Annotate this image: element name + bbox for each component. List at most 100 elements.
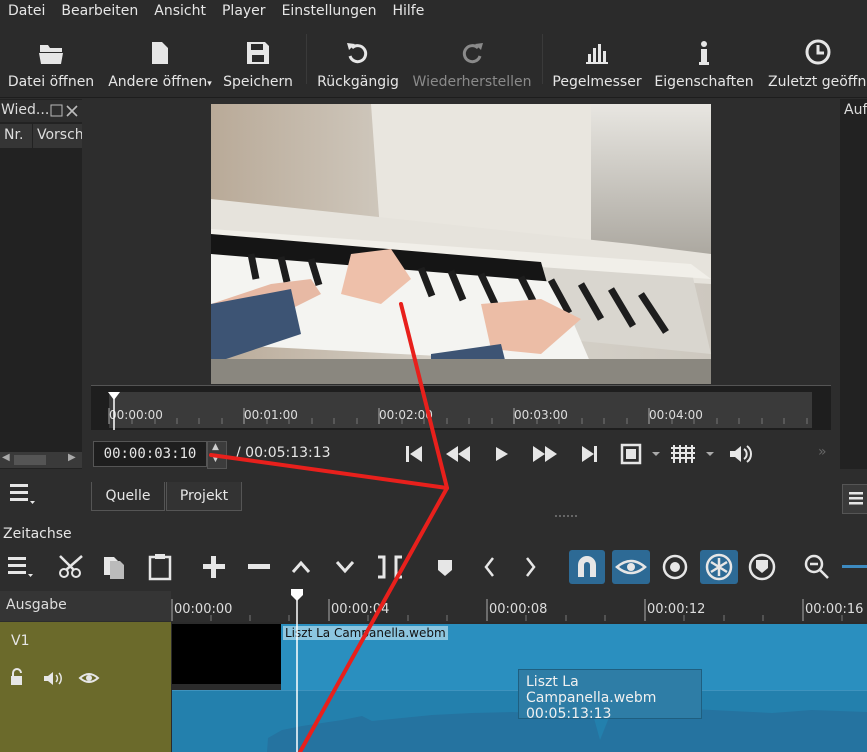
timeline-tick-label: 00:00:04 xyxy=(331,602,390,617)
skip-previous-icon[interactable] xyxy=(406,446,422,462)
info-icon xyxy=(699,41,709,65)
folder-open-icon xyxy=(39,45,63,64)
skip-next-icon[interactable] xyxy=(582,446,597,462)
right-menu-button[interactable] xyxy=(842,484,867,514)
recent-label: Zuletzt geöffne xyxy=(768,74,867,90)
menu-datei[interactable]: Datei xyxy=(0,3,53,19)
player-scrub-bar[interactable]: 00:00:00 00:01:00 00:02:00 00:03:00 00:0… xyxy=(91,385,831,430)
redo-button[interactable]: Wiederherstellen xyxy=(413,22,531,97)
menu-hilfe[interactable]: Hilfe xyxy=(384,3,432,19)
lift-icon[interactable] xyxy=(291,560,311,573)
clip-thumbnail[interactable] xyxy=(172,624,281,684)
menu-einstellungen[interactable]: Einstellungen xyxy=(274,3,385,19)
lock-icon[interactable] xyxy=(11,668,22,685)
toolbar-separator xyxy=(542,34,543,84)
ripple-icon[interactable] xyxy=(662,554,688,580)
timeline-playhead[interactable] xyxy=(290,589,304,752)
overflow-chevron-icon[interactable]: » xyxy=(818,444,827,460)
zoom-fit-icon[interactable] xyxy=(620,443,660,465)
playlist-title: Wied... xyxy=(1,102,50,118)
next-marker-icon[interactable] xyxy=(526,557,536,577)
spin-down-icon[interactable]: ▼ xyxy=(212,454,219,464)
ripple-all-icon[interactable] xyxy=(700,550,738,584)
scrub-audio-icon[interactable] xyxy=(612,550,650,584)
hamburger-icon xyxy=(849,492,863,505)
meter-label: Pegelmesser xyxy=(552,74,642,90)
timeline-title: Zeitachse xyxy=(3,526,72,542)
tab-source[interactable]: Quelle xyxy=(91,482,165,511)
eye-icon[interactable] xyxy=(78,673,100,683)
mute-icon[interactable] xyxy=(44,672,62,685)
open-other-button[interactable]: Andere öffnen▾ xyxy=(108,22,212,97)
timeline-menu-icon[interactable] xyxy=(8,557,33,577)
scroll-thumb[interactable] xyxy=(14,455,46,465)
timeline-ruler[interactable]: 00:00:00 00:00:04 00:00:08 00:00:12 00:0… xyxy=(171,591,867,621)
col-nr[interactable]: Nr. xyxy=(0,124,33,148)
scrub-tick-label: 00:01:00 xyxy=(244,408,298,422)
track-controls xyxy=(11,668,100,685)
menu-player[interactable]: Player xyxy=(214,3,274,19)
player-video-area xyxy=(91,99,831,384)
scrub-tick-label: 00:03:00 xyxy=(514,408,568,422)
scrub-tick-label: 00:04:00 xyxy=(649,408,703,422)
redo-label: Wiederherstellen xyxy=(412,74,532,90)
tab-project[interactable]: Projekt xyxy=(166,482,242,511)
right-panel-title: Auf xyxy=(844,102,867,118)
open-other-label: Andere öffnen▾ xyxy=(108,74,212,90)
overwrite-icon[interactable] xyxy=(335,561,355,574)
clock-icon xyxy=(805,39,831,65)
play-icon[interactable] xyxy=(496,447,508,461)
fast-forward-icon[interactable] xyxy=(533,446,557,462)
menu-ansicht[interactable]: Ansicht xyxy=(146,3,214,19)
playlist-menu-button[interactable] xyxy=(0,476,40,512)
right-panel: Auf xyxy=(840,99,867,469)
rewind-icon[interactable] xyxy=(446,446,470,462)
playhead-marker[interactable] xyxy=(107,390,121,430)
scroll-right-icon[interactable]: ▶ xyxy=(68,452,76,463)
video-frame[interactable] xyxy=(211,104,711,384)
spin-up-icon[interactable]: ▲ xyxy=(212,442,219,452)
save-icon xyxy=(247,42,269,64)
copy-icon[interactable] xyxy=(104,557,124,579)
meter-button[interactable]: Pegelmesser xyxy=(552,22,642,97)
volume-icon[interactable] xyxy=(730,445,752,463)
scroll-left-icon[interactable]: ◀ xyxy=(2,452,10,463)
track-header-v1[interactable]: V1 xyxy=(0,622,171,752)
playlist-scrollbar[interactable]: ◀ ▶ xyxy=(0,452,82,468)
split-icon[interactable] xyxy=(378,555,402,579)
previous-marker-icon[interactable] xyxy=(484,557,494,577)
timeline-tools xyxy=(8,550,867,584)
paste-icon[interactable] xyxy=(148,554,172,581)
col-preview[interactable]: Vorsch xyxy=(33,124,82,148)
properties-button[interactable]: Eigenschaften xyxy=(654,22,754,97)
transport-controls xyxy=(406,443,752,465)
time-spinner[interactable]: ▲ ▼ xyxy=(207,441,227,469)
float-close-icon[interactable] xyxy=(50,104,80,118)
grid-icon[interactable] xyxy=(671,445,714,463)
timeline-tick-label: 00:00:00 xyxy=(174,602,233,617)
undo-button[interactable]: Rückgängig xyxy=(316,22,400,97)
timeline-tick-label: 00:00:12 xyxy=(647,602,706,617)
menu-bar: Datei Bearbeiten Ansicht Player Einstell… xyxy=(0,0,867,22)
total-duration: / 00:05:13:13 xyxy=(236,445,331,461)
menu-bearbeiten[interactable]: Bearbeiten xyxy=(53,3,146,19)
splitter-handle[interactable] xyxy=(555,515,577,519)
current-time-field[interactable]: 00:00:03:10 xyxy=(93,441,207,467)
open-file-button[interactable]: Datei öffnen xyxy=(8,22,94,97)
playlist-header: Nr. Vorsch xyxy=(0,124,82,149)
undo-icon xyxy=(347,43,368,64)
snap-icon[interactable] xyxy=(569,550,605,584)
save-label: Speichern xyxy=(223,74,293,90)
append-icon[interactable] xyxy=(203,556,225,578)
zoom-out-icon[interactable] xyxy=(804,554,829,579)
remove-icon[interactable] xyxy=(248,564,270,569)
recent-button[interactable]: Zuletzt geöffne xyxy=(766,22,867,97)
ripple-markers-icon[interactable] xyxy=(748,553,776,581)
timeline-toolbar xyxy=(0,545,867,589)
cut-icon[interactable] xyxy=(59,555,83,578)
save-button[interactable]: Speichern xyxy=(222,22,294,97)
marker-icon[interactable] xyxy=(438,560,452,576)
clip-label: Liszt La Campanella.webm xyxy=(283,626,448,640)
zoom-slider[interactable] xyxy=(842,565,867,568)
timeline-tick-label: 00:00:08 xyxy=(489,602,548,617)
